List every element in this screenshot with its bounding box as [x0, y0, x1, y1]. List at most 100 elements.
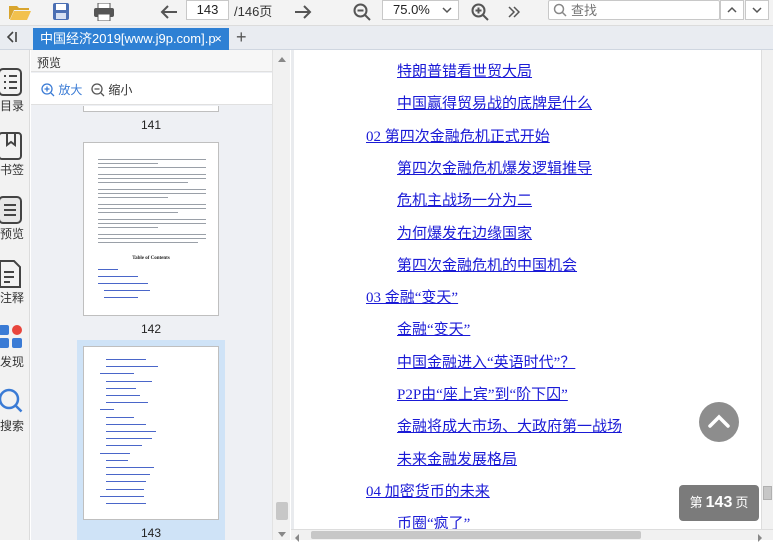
- collapse-sidebar-icon[interactable]: [3, 29, 19, 48]
- left-rail: 目录 书签 预览 注释 发现 搜索: [0, 50, 30, 540]
- thumbnail-text-line: [106, 438, 152, 440]
- toc-entry[interactable]: 02 第四次金融危机正式开始: [366, 125, 550, 146]
- thumbnail-text-line: [98, 227, 158, 228]
- zoom-out-icon: [91, 82, 105, 96]
- tab-bar: 中国经济2019[www.j9p.com].p × +: [0, 26, 773, 50]
- zoom-out-button[interactable]: 缩小: [91, 81, 132, 97]
- thumbnail-text-line: [98, 159, 206, 160]
- thumbnail-text-line: [106, 387, 136, 389]
- toc-entry[interactable]: 特朗普错看世贸大局: [397, 60, 532, 81]
- search-prev-button[interactable]: [720, 0, 744, 20]
- rail-item-discover[interactable]: 发现: [0, 324, 30, 384]
- toc-entry[interactable]: P2P由“座上宾”到“阶下囚”: [397, 383, 568, 404]
- zoom-in-icon[interactable]: [468, 0, 492, 24]
- thumbnail-text-line: [98, 182, 188, 183]
- chevron-down-icon: [442, 1, 452, 24]
- bookmark-icon: [0, 132, 24, 163]
- toc-entry[interactable]: 中国金融进入“英语时代”？: [397, 351, 575, 372]
- thumbnail-label: 142: [140, 322, 162, 336]
- prev-page-icon[interactable]: [156, 0, 182, 24]
- zoom-in-button[interactable]: 放大: [41, 81, 82, 97]
- document-scrollbar[interactable]: [761, 50, 773, 529]
- thumbnail-label: 141: [140, 118, 162, 132]
- thumbnail-text-line: [98, 238, 206, 239]
- rail-item-annotation[interactable]: 注释: [0, 260, 30, 320]
- scroll-left-icon[interactable]: [294, 531, 300, 545]
- tab-document[interactable]: 中国经济2019[www.j9p.com].p ×: [33, 28, 229, 50]
- toc-entry[interactable]: 金融将成大市场、大政府第一战场: [397, 415, 622, 436]
- scroll-right-icon[interactable]: [757, 531, 763, 545]
- document-view: 特朗普错看世贸大局 中国赢得贸易战的底牌是什么 02 第四次金融危机正式开始 第…: [291, 50, 773, 540]
- rail-label-discover: 发现: [0, 355, 24, 369]
- toc-entry[interactable]: 04 加密货币的未来: [366, 480, 490, 501]
- thumbnail-text-line: [106, 416, 134, 418]
- thumbnail-text-line: [106, 359, 146, 360]
- thumbnail-text-line: [106, 402, 148, 404]
- rail-label-annotation: 注释: [0, 291, 24, 305]
- preview-scrollbar[interactable]: [272, 50, 290, 540]
- search-icon: [553, 3, 567, 20]
- chevron-up-icon: [708, 414, 730, 428]
- thumbnail-143[interactable]: [83, 346, 219, 520]
- rail-label-bookmark: 书签: [0, 163, 24, 177]
- save-icon[interactable]: [48, 0, 74, 24]
- list-icon: [0, 68, 24, 99]
- toc-entry[interactable]: 未来金融发展格局: [397, 448, 517, 469]
- search-input[interactable]: [571, 2, 711, 18]
- preview-panel: 预览 × 放大 缩小 141 Table of Contents 142 143: [31, 50, 290, 540]
- thumbnail-text-line: [98, 204, 206, 205]
- scroll-thumb[interactable]: [311, 531, 641, 539]
- more-icon[interactable]: [504, 0, 524, 24]
- annotation-icon: [0, 260, 24, 291]
- preview-icon: [0, 196, 24, 227]
- thumbnail-text-line: [104, 290, 150, 291]
- preview-toolbar: 放大 缩小: [31, 73, 290, 105]
- thumbnail-142[interactable]: Table of Contents: [83, 142, 219, 316]
- back-to-top-button[interactable]: [699, 402, 739, 442]
- discover-icon: [0, 324, 24, 355]
- search-next-button[interactable]: [745, 0, 769, 20]
- next-page-icon[interactable]: [290, 0, 316, 24]
- toc-entry[interactable]: 危机主战场一分为二: [397, 189, 532, 210]
- thumbnail-text-line: [106, 395, 140, 396]
- print-icon[interactable]: [90, 0, 118, 24]
- rail-item-search[interactable]: 搜索: [0, 388, 30, 448]
- thumbnail-text-line: [106, 481, 146, 483]
- toc-entry[interactable]: 为何爆发在边缘国家: [397, 222, 532, 243]
- new-tab-button[interactable]: +: [236, 26, 247, 48]
- rail-label-search: 搜索: [0, 419, 24, 433]
- thumbnail-text-line: [98, 276, 138, 277]
- scroll-thumb[interactable]: [276, 502, 288, 520]
- scroll-thumb[interactable]: [763, 486, 772, 500]
- toc-entry[interactable]: 中国赢得贸易战的底牌是什么: [397, 92, 592, 113]
- document-page: 特朗普错看世贸大局 中国赢得贸易战的底牌是什么 02 第四次金融危机正式开始 第…: [294, 50, 764, 532]
- thumbnail-text-line: [106, 503, 146, 504]
- toc-entry[interactable]: 金融“变天”: [397, 318, 470, 339]
- toc-entry[interactable]: 03 金融“变天”: [366, 286, 458, 307]
- thumbnail-141[interactable]: [83, 106, 219, 112]
- thumbnail-text-line: [98, 167, 206, 168]
- rail-item-toc[interactable]: 目录: [0, 68, 30, 128]
- page-number-input[interactable]: 143: [186, 0, 229, 20]
- thumbnail-text-line: [98, 163, 158, 164]
- thumbnail-text-line: [98, 193, 206, 194]
- zoom-select[interactable]: 75.0%: [382, 0, 459, 20]
- toolbar: 143 /146页 75.0%: [0, 0, 773, 26]
- page-indicator-suffix: 页: [735, 495, 749, 510]
- thumbnail-text-line: [98, 212, 178, 213]
- rail-item-preview[interactable]: 预览: [0, 196, 30, 256]
- toc-entry[interactable]: 第四次金融危机爆发逻辑推导: [397, 157, 592, 178]
- close-tab-icon[interactable]: ×: [211, 28, 225, 50]
- zoom-out-icon[interactable]: [350, 0, 374, 24]
- open-folder-icon[interactable]: [6, 0, 34, 24]
- scroll-up-icon[interactable]: [277, 52, 287, 66]
- thumbnail-heading: Table of Contents: [132, 256, 170, 261]
- horizontal-scrollbar[interactable]: [291, 529, 773, 542]
- zoom-value: 75.0%: [393, 2, 430, 17]
- rail-item-bookmark[interactable]: 书签: [0, 132, 30, 192]
- toc-entry[interactable]: 第四次金融危机的中国机会: [397, 254, 577, 275]
- thumbnail-text-line: [98, 269, 118, 270]
- search-box: [548, 0, 720, 20]
- zoom-out-label: 缩小: [108, 83, 133, 97]
- thumbnail-text-line: [106, 366, 158, 368]
